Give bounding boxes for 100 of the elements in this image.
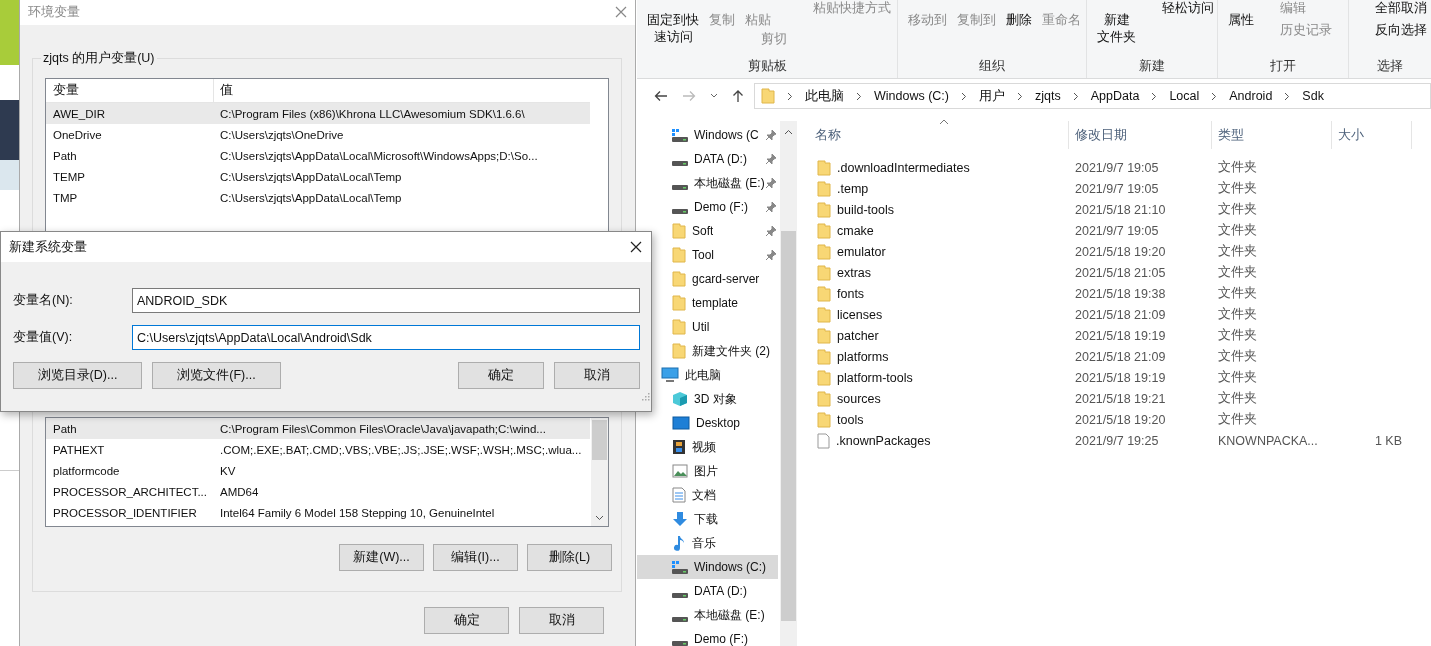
folder-icon xyxy=(817,348,831,365)
file-row[interactable]: fonts 2021/5/18 19:38 文件夹 xyxy=(809,283,1431,304)
back-icon[interactable] xyxy=(654,90,668,102)
dialog-button[interactable]: 确定 xyxy=(424,607,509,634)
nav-item[interactable]: Demo (F:) xyxy=(637,627,778,646)
nav-item[interactable]: 视频 xyxy=(637,435,778,459)
close-icon[interactable] xyxy=(630,241,642,253)
nav-item[interactable]: 3D 对象 xyxy=(637,387,778,411)
nav-item[interactable]: DATA (D:) xyxy=(637,579,778,603)
chevron-icon[interactable] xyxy=(787,91,793,101)
nav-item[interactable]: Demo (F:) xyxy=(637,195,778,219)
column-header[interactable]: 修改日期 xyxy=(1069,121,1212,149)
breadcrumb-item[interactable]: 此电脑 xyxy=(805,87,844,105)
ribbon-button[interactable]: 新建 文件夹 xyxy=(1095,12,1138,46)
table-row[interactable]: Path C:\Program Files\Common Files\Oracle\Java\javapath;C:\wind... xyxy=(46,418,590,439)
nav-item[interactable]: 此电脑 xyxy=(637,363,778,387)
chevron-icon[interactable] xyxy=(1151,91,1158,101)
up-icon[interactable] xyxy=(732,89,744,103)
file-row[interactable]: licenses 2021/5/18 21:09 文件夹 xyxy=(809,304,1431,325)
file-row[interactable]: extras 2021/5/18 21:05 文件夹 xyxy=(809,262,1431,283)
table-row[interactable]: PROCESSOR_ARCHITECT... AMD64 xyxy=(46,481,590,502)
column-header[interactable]: 变量 xyxy=(46,79,214,102)
nav-item[interactable]: template xyxy=(637,291,778,315)
file-name: licenses xyxy=(837,307,883,322)
table-row[interactable]: Path C:\Users\zjqts\AppData\Local\Microsoft\WindowsApps;D:\So... xyxy=(46,145,590,166)
ribbon-button[interactable]: 全部取消 xyxy=(1357,0,1429,16)
table-row[interactable]: TEMP C:\Users\zjqts\AppData\Local\Temp xyxy=(46,166,590,187)
breadcrumb-item[interactable]: AppData xyxy=(1090,89,1140,103)
nav-item[interactable]: 本地磁盘 (E:) xyxy=(637,603,778,627)
table-cell-text: 文件夹 xyxy=(1217,264,1258,281)
breadcrumb-item[interactable]: Windows (C:) xyxy=(874,89,949,103)
nav-item[interactable]: Windows (C xyxy=(637,123,778,147)
chevron-icon[interactable] xyxy=(856,91,862,101)
table-row[interactable]: PATHEXT .COM;.EXE;.BAT;.CMD;.VBS;.VBE;.JS;.JSE;.WSF;.WSH;.MSC;.wlua... xyxy=(46,439,590,460)
file-row[interactable]: patcher 2021/5/18 19:19 文件夹 xyxy=(809,325,1431,346)
nav-item[interactable]: 音乐 xyxy=(637,531,778,555)
table-row[interactable]: AWE_DIR C:\Program Files (x86)\Khrona LLC\Awesomium SDK\1.6.6\ xyxy=(46,103,590,124)
ribbon-button[interactable]: 属性 xyxy=(1226,12,1256,29)
nav-item[interactable]: Soft xyxy=(637,219,778,243)
table-row[interactable]: PROCESSOR_IDENTIFIER Intel64 Family 6 Model 158 Stepping 10, GenuineIntel xyxy=(46,502,590,523)
dialog-button[interactable]: 确定 xyxy=(458,362,544,389)
file-row[interactable]: cmake 2021/9/7 19:05 文件夹 xyxy=(809,220,1431,241)
ribbon-button[interactable]: 固定到快 速访问 xyxy=(645,12,701,46)
scrollbar[interactable] xyxy=(591,418,608,526)
nav-item[interactable]: DATA (D:) xyxy=(637,147,778,171)
dialog-button[interactable]: 取消 xyxy=(554,362,640,389)
column-header[interactable]: 大小 xyxy=(1332,121,1412,149)
column-header[interactable]: 值 xyxy=(214,79,233,102)
nav-item[interactable]: Tool xyxy=(637,243,778,267)
address-bar[interactable]: 此电脑 Windows (C:) 用户 zjqts AppData Local Android Sdk xyxy=(754,83,1431,109)
nav-item[interactable]: 新建文件夹 (2) xyxy=(637,339,778,363)
nav-item[interactable]: 本地磁盘 (E:) xyxy=(637,171,778,195)
file-row[interactable]: .temp 2021/9/7 19:05 文件夹 xyxy=(809,178,1431,199)
chevron-icon[interactable] xyxy=(1017,91,1023,101)
file-row[interactable]: platform-tools 2021/5/18 19:19 文件夹 xyxy=(809,367,1431,388)
nav-item[interactable]: Windows (C:) xyxy=(637,555,778,579)
input-field[interactable]: ANDROID_SDK xyxy=(132,288,640,313)
dialog-button[interactable]: 删除(L) xyxy=(527,544,612,571)
nav-item[interactable]: 图片 xyxy=(637,459,778,483)
file-row[interactable]: emulator 2021/5/18 19:20 文件夹 xyxy=(809,241,1431,262)
column-header[interactable]: 类型 xyxy=(1212,121,1332,149)
ribbon-button[interactable]: 轻松访问 xyxy=(1144,0,1216,16)
dialog-button[interactable]: 取消 xyxy=(519,607,604,634)
breadcrumb-item[interactable]: zjqts xyxy=(1035,89,1061,103)
chevron-icon[interactable] xyxy=(1284,91,1291,101)
scroll-up-icon[interactable] xyxy=(784,129,793,135)
resize-grip-icon[interactable] xyxy=(640,391,650,401)
file-row[interactable]: platforms 2021/5/18 21:09 文件夹 xyxy=(809,346,1431,367)
browse-button[interactable]: 浏览文件(F)... xyxy=(152,362,281,389)
breadcrumb-item[interactable]: 用户 xyxy=(979,87,1005,105)
file-row[interactable]: tools 2021/5/18 19:20 文件夹 xyxy=(809,409,1431,430)
sort-icon xyxy=(939,119,949,125)
breadcrumb-item[interactable]: Android xyxy=(1229,89,1273,103)
dialog-button[interactable]: 编辑(I)... xyxy=(433,544,518,571)
column-header[interactable]: 名称 xyxy=(809,121,1069,149)
breadcrumb-item[interactable]: Local xyxy=(1169,89,1200,103)
nav-item[interactable]: Desktop xyxy=(637,411,778,435)
scroll-down-icon[interactable] xyxy=(595,515,604,521)
input-field[interactable]: C:\Users\zjqts\AppData\Local\Android\Sdk xyxy=(132,325,640,350)
nav-item[interactable]: Util xyxy=(637,315,778,339)
file-row[interactable]: .downloadIntermediates 2021/9/7 19:05 文件夹 xyxy=(809,157,1431,178)
nav-item[interactable]: 下载 xyxy=(637,507,778,531)
breadcrumb-item[interactable]: Sdk xyxy=(1302,89,1324,103)
dropdown-icon[interactable] xyxy=(710,93,718,99)
chevron-icon[interactable] xyxy=(961,91,967,101)
ribbon-button[interactable]: 删除 xyxy=(1004,12,1034,29)
browse-button[interactable]: 浏览目录(D)... xyxy=(13,362,142,389)
table-row[interactable]: platformcode KV xyxy=(46,460,590,481)
nav-item[interactable]: gcard-server xyxy=(637,267,778,291)
table-row[interactable]: TMP C:\Users\zjqts\AppData\Local\Temp xyxy=(46,187,590,208)
file-row[interactable]: sources 2021/5/18 19:21 文件夹 xyxy=(809,388,1431,409)
chevron-icon[interactable] xyxy=(1211,91,1218,101)
table-row[interactable]: OneDrive C:\Users\zjqts\OneDrive xyxy=(46,124,590,145)
nav-item[interactable]: 文档 xyxy=(637,483,778,507)
scrollbar[interactable] xyxy=(780,121,797,646)
file-row[interactable]: .knownPackages 2021/9/7 19:25 KNOWNPACKA... 1 KB xyxy=(809,430,1431,451)
file-row[interactable]: build-tools 2021/5/18 21:10 文件夹 xyxy=(809,199,1431,220)
ribbon-button[interactable]: 反向选择 xyxy=(1357,22,1429,38)
chevron-icon[interactable] xyxy=(1072,91,1079,101)
dialog-button[interactable]: 新建(W)... xyxy=(339,544,424,571)
